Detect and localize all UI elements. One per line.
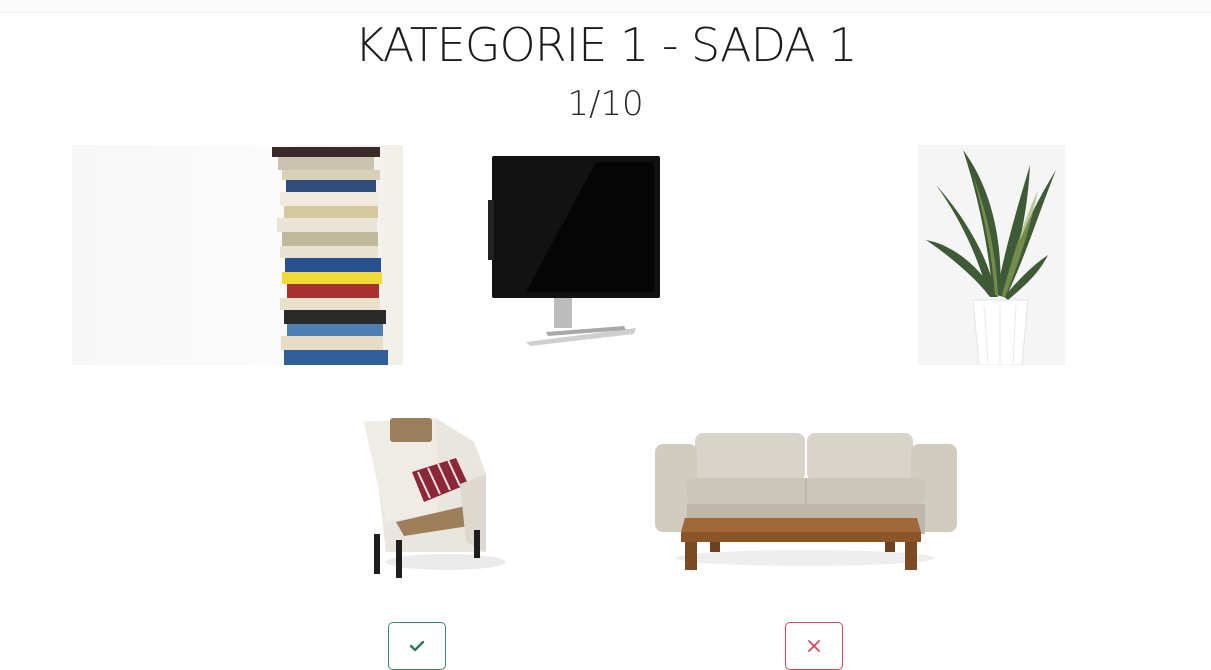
close-icon (808, 640, 820, 652)
page-title: KATEGORIE 1 - SADA 1 (354, 18, 857, 72)
confirm-button[interactable] (388, 622, 446, 670)
monitor-image (486, 150, 666, 350)
potted-plant-image (918, 145, 1065, 365)
reject-button[interactable] (785, 622, 843, 670)
book-stack-image (72, 145, 403, 365)
check-icon (409, 640, 425, 652)
progress-counter: 1/10 (567, 84, 644, 124)
top-bar (0, 0, 1211, 13)
armchair-image (356, 412, 516, 582)
sofa-with-table-image (655, 428, 957, 573)
